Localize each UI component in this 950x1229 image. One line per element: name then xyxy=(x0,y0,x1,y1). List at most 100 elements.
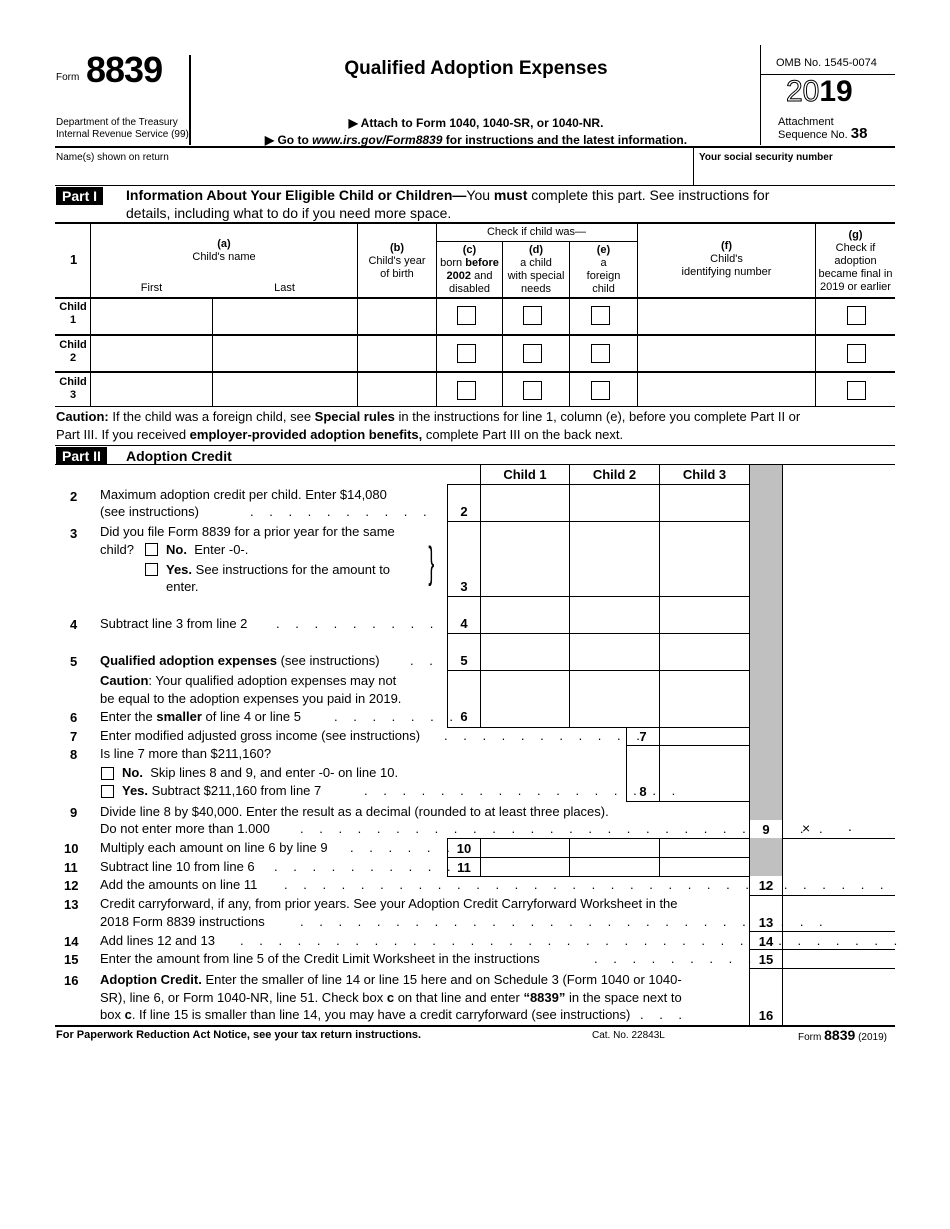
col-c-header: (c) born before 2002 and disabled xyxy=(440,244,499,295)
box-6-label: 6 xyxy=(460,709,468,724)
leader-dots: . . . . . . . xyxy=(334,709,459,724)
name-input[interactable] xyxy=(56,165,686,183)
line-13-input[interactable] xyxy=(784,897,894,930)
line-5-child3-input[interactable] xyxy=(661,636,748,668)
leader-dots: . . . . . . . . . . xyxy=(274,859,457,874)
line-5-child2-input[interactable] xyxy=(571,636,658,668)
born-before-2002-disabled-checkbox[interactable] xyxy=(457,306,476,325)
child-first-name-input[interactable] xyxy=(92,374,210,406)
line-8-no-checkbox[interactable] xyxy=(101,767,114,780)
child-birth-year-input[interactable] xyxy=(359,300,434,332)
line-14-input[interactable] xyxy=(784,933,894,948)
line-2-child3-input[interactable] xyxy=(661,487,748,519)
foreign-child-checkbox[interactable] xyxy=(591,344,610,363)
line-9-input[interactable] xyxy=(818,820,894,837)
special-needs-checkbox[interactable] xyxy=(523,344,542,363)
foreign-child-checkbox[interactable] xyxy=(591,381,610,400)
line-3-number: 3 xyxy=(70,526,78,541)
line-10-child1-input[interactable] xyxy=(482,840,568,856)
child-id-number-input[interactable] xyxy=(639,374,813,406)
col-f-header: (f) Child's identifying number xyxy=(681,240,772,278)
special-needs-checkbox[interactable] xyxy=(523,306,542,325)
leader-dots: . . . . . . . . . xyxy=(276,616,440,631)
line-14-text: Add lines 12 and 13 xyxy=(100,933,215,948)
line-11-child2-input[interactable] xyxy=(571,859,658,875)
part1-title-line2: details, including what to do if you nee… xyxy=(126,205,452,221)
line-8-input[interactable] xyxy=(661,748,748,799)
child-first-name-input[interactable] xyxy=(92,300,210,332)
line-2-child1-input[interactable] xyxy=(482,487,568,519)
line-7-input[interactable] xyxy=(661,729,748,744)
line-3-child3-input[interactable] xyxy=(661,524,748,594)
box-14-label: 14 xyxy=(758,934,774,949)
col-b-header: (b) Child's year of birth xyxy=(368,242,426,280)
line-16-input[interactable] xyxy=(784,970,894,1024)
line-6-child3-input[interactable] xyxy=(661,673,748,725)
irs-link[interactable]: www.irs.gov/Form8839 xyxy=(312,133,442,147)
line-15-text: Enter the amount from line 5 of the Cred… xyxy=(100,951,540,966)
col-child-2: Child 2 xyxy=(592,467,637,482)
col-d-header: (d) a child with special needs xyxy=(507,244,565,295)
line-9-text-cont: Do not enter more than 1.000 xyxy=(100,821,270,836)
line-12-input[interactable] xyxy=(784,877,894,894)
footer-form-id: Form 8839 (2019) xyxy=(798,1027,887,1043)
child-first-name-input[interactable] xyxy=(92,337,210,369)
line-5-child1-input[interactable] xyxy=(482,636,568,668)
line-7-number: 7 xyxy=(70,729,78,744)
line-5-caution: Caution: Your qualified adoption expense… xyxy=(100,673,397,688)
special-needs-checkbox[interactable] xyxy=(523,381,542,400)
shaded-column-lower xyxy=(749,838,782,876)
line-6-child2-input[interactable] xyxy=(571,673,658,725)
born-before-2002-disabled-checkbox[interactable] xyxy=(457,344,476,363)
leader-dots: . . . . . . xyxy=(350,840,456,855)
line-10-child2-input[interactable] xyxy=(571,840,658,856)
line-2-child2-input[interactable] xyxy=(571,487,658,519)
box-4-label: 4 xyxy=(460,616,468,631)
line-16-text-cont2: box c. If line 15 is smaller than line 1… xyxy=(100,1007,689,1022)
child-id-number-input[interactable] xyxy=(639,337,813,369)
line-8-number: 8 xyxy=(70,747,78,762)
box-7-label: 7 xyxy=(639,729,647,744)
line-11-child3-input[interactable] xyxy=(661,859,748,875)
line-8-yes-label: Yes. Subtract $211,160 from line 7 xyxy=(122,783,322,798)
child-id-number-input[interactable] xyxy=(639,300,813,332)
line-4-child1-input[interactable] xyxy=(482,599,568,631)
col-child-1: Child 1 xyxy=(503,467,547,482)
ssn-input[interactable] xyxy=(699,165,889,183)
child-birth-year-input[interactable] xyxy=(359,337,434,369)
line-9-number: 9 xyxy=(70,805,78,820)
box-2-label: 2 xyxy=(460,504,468,519)
child-birth-year-input[interactable] xyxy=(359,374,434,406)
line-4-child2-input[interactable] xyxy=(571,599,658,631)
tax-year: 2019 xyxy=(785,75,853,109)
line-15-number: 15 xyxy=(64,952,79,967)
part2-label: Part II xyxy=(56,447,107,465)
col-a-last: Last xyxy=(274,282,295,294)
line-4-child3-input[interactable] xyxy=(661,599,748,631)
line-15-input[interactable] xyxy=(784,951,894,967)
child-last-name-input[interactable] xyxy=(214,337,355,369)
line-3-child2-input[interactable] xyxy=(571,524,658,594)
adoption-final-checkbox[interactable] xyxy=(847,344,866,363)
child-row-label: Child 1 xyxy=(59,301,87,326)
line-11-child1-input[interactable] xyxy=(482,859,568,875)
line-10-child3-input[interactable] xyxy=(661,840,748,856)
col-a-first: First xyxy=(140,282,163,294)
born-before-2002-disabled-checkbox[interactable] xyxy=(457,381,476,400)
line-3-no-checkbox[interactable] xyxy=(145,543,158,556)
line-6-child1-input[interactable] xyxy=(482,673,568,725)
line-10-text: Multiply each amount on line 6 by line 9 xyxy=(100,840,328,855)
line-3-yes-checkbox[interactable] xyxy=(145,563,158,576)
adoption-final-checkbox[interactable] xyxy=(847,381,866,400)
line-8-text: Is line 7 more than $211,160? xyxy=(100,746,272,761)
line-3-child1-input[interactable] xyxy=(482,524,568,594)
child-row-label: Child 3 xyxy=(59,376,87,401)
line-8-yes-checkbox[interactable] xyxy=(101,785,114,798)
child-last-name-input[interactable] xyxy=(214,300,355,332)
leader-dots: . . . . . . . . . . xyxy=(250,504,433,519)
part2-title: Adoption Credit xyxy=(126,448,232,464)
line-2-text: Maximum adoption credit per child. Enter… xyxy=(100,487,387,502)
foreign-child-checkbox[interactable] xyxy=(591,306,610,325)
child-last-name-input[interactable] xyxy=(214,374,355,406)
adoption-final-checkbox[interactable] xyxy=(847,306,866,325)
